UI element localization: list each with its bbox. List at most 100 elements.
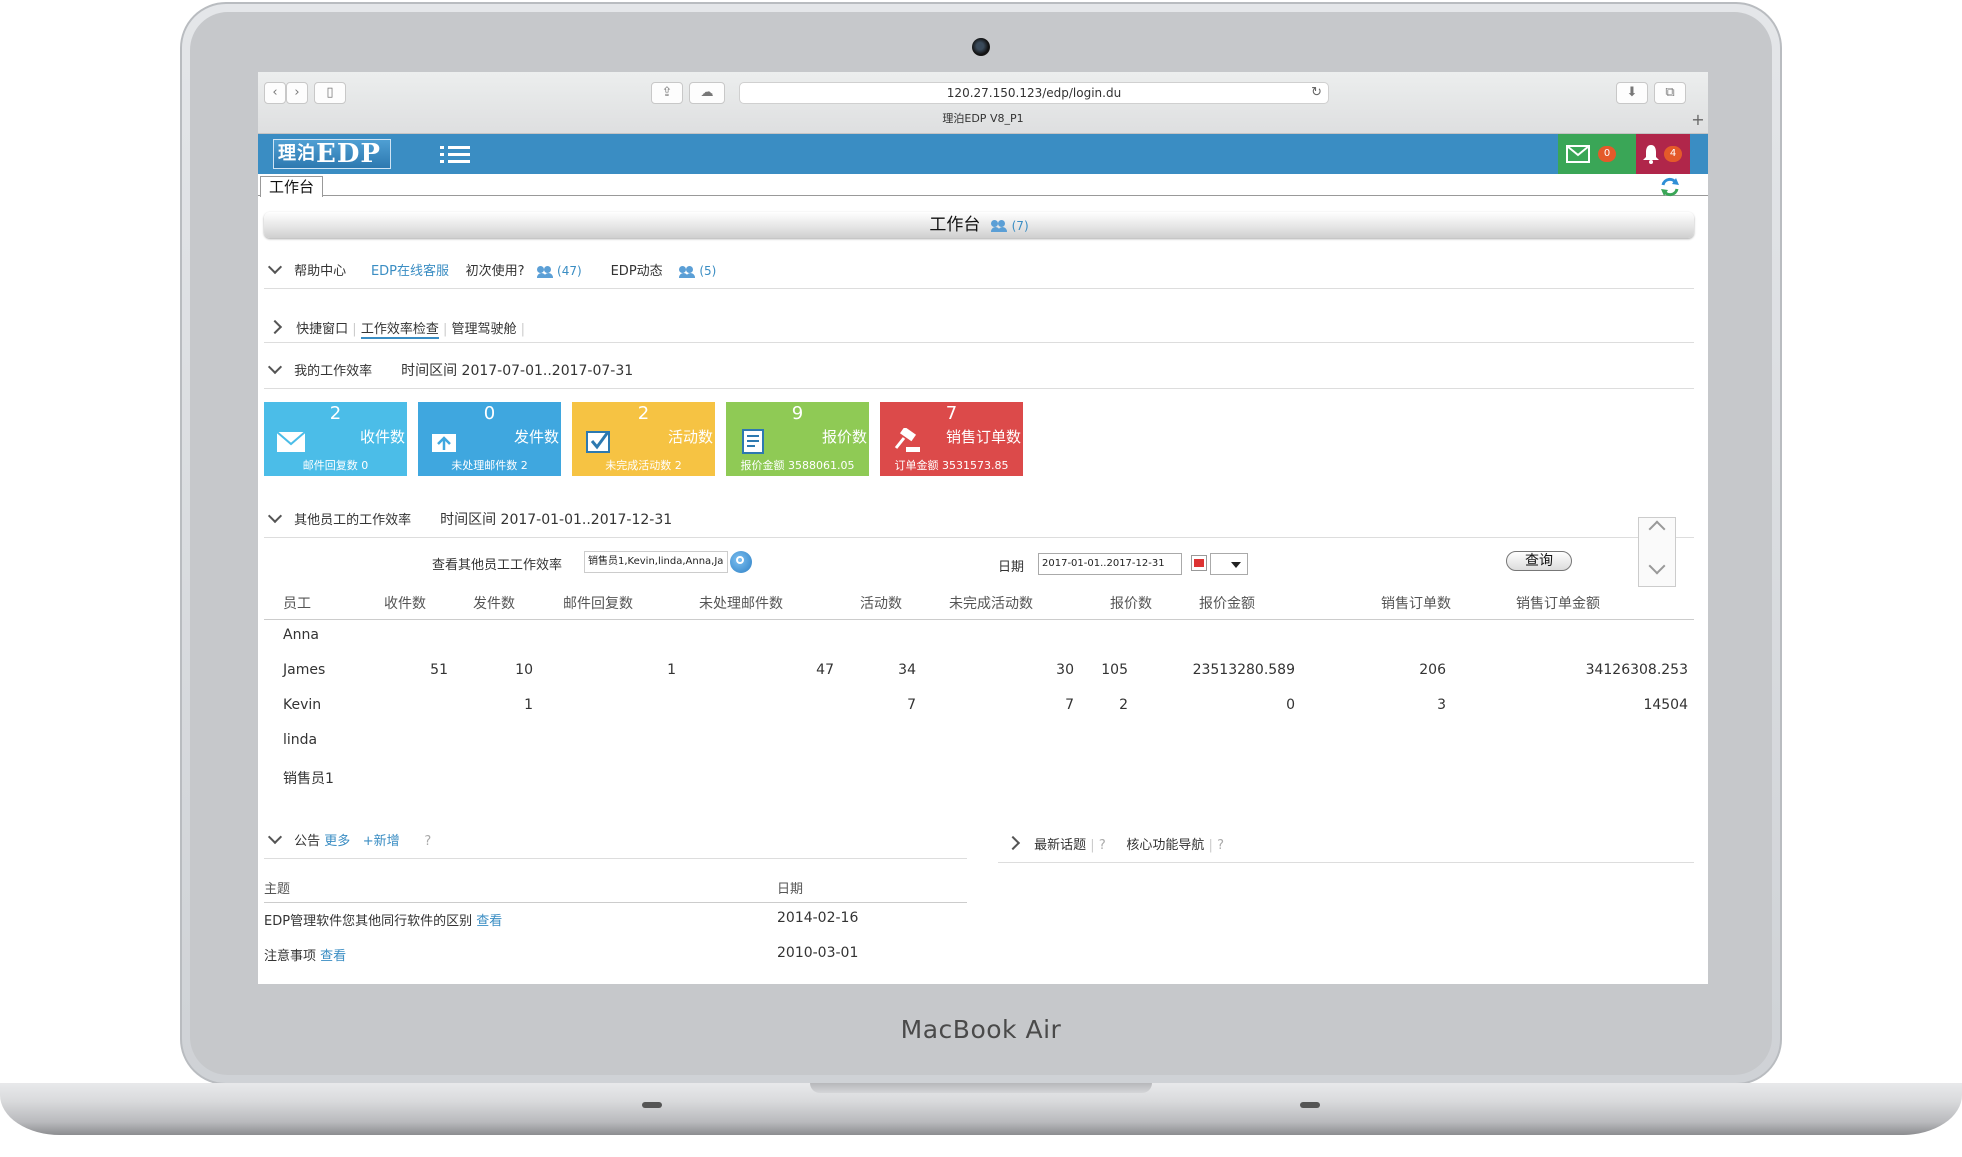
sidebar-toggle-icon[interactable]: ▯: [314, 82, 346, 104]
dropdown-arrow-icon: [1231, 562, 1241, 568]
download-icon[interactable]: ⬇: [1616, 82, 1648, 104]
card-activity[interactable]: 2 活动数 未完成活动数 2: [572, 402, 715, 476]
card-received[interactable]: 2 收件数 邮件回复数 0: [264, 402, 407, 476]
first-use-label: 初次使用?: [465, 264, 525, 279]
quick-tab-shortcuts[interactable]: 快捷窗口: [296, 322, 348, 337]
table-header[interactable]: 邮件回复数: [563, 593, 633, 613]
notice-view-link[interactable]: 查看: [476, 914, 502, 929]
divider: [264, 342, 1694, 343]
card-orders[interactable]: 7 销售订单数 订单金额 3531573.85: [880, 402, 1023, 476]
topics-help-icon[interactable]: ?: [1099, 838, 1106, 853]
people-icon: [536, 265, 553, 278]
quick-tabs-row: 快捷窗口 | 工作效率检查 | 管理驾驶舱 |: [267, 318, 525, 339]
table-cell: 14504: [1643, 697, 1688, 713]
quick-tab-efficiency[interactable]: 工作效率检查: [360, 322, 439, 339]
scroll-up-icon[interactable]: [1648, 520, 1666, 538]
table-header[interactable]: 销售订单金额: [1516, 593, 1600, 613]
card-sent-count: 0: [483, 403, 496, 424]
forward-button[interactable]: ›: [286, 82, 308, 104]
browser-tab-title[interactable]: 理泊EDP V8_P1: [258, 110, 1708, 126]
menu-icon[interactable]: [440, 143, 470, 167]
table-header[interactable]: 活动数: [860, 593, 902, 613]
tabs-overview-icon[interactable]: ⧉: [1654, 82, 1686, 104]
table-cell: 34: [898, 662, 916, 678]
chevron-down-icon[interactable]: [267, 508, 283, 524]
screen: ‹ › ▯ ⇪ ☁ 120.27.150.123/edp/login.du ↻ …: [258, 72, 1708, 984]
chevron-down-icon[interactable]: [267, 359, 283, 375]
mail-button[interactable]: 0: [1558, 134, 1636, 174]
table-header[interactable]: 未处理邮件数: [699, 593, 783, 613]
notices-row: 公告 更多 +新增 ?: [267, 829, 431, 849]
online-service-link[interactable]: EDP在线客服: [371, 264, 449, 279]
chevron-right-icon[interactable]: [1005, 835, 1021, 851]
card-activity-count: 2: [637, 403, 650, 424]
notice-view-link[interactable]: 查看: [320, 949, 346, 964]
notices-more-link[interactable]: 更多: [324, 834, 350, 849]
search-icon[interactable]: [730, 551, 752, 573]
browser-chrome: ‹ › ▯ ⇪ ☁ 120.27.150.123/edp/login.du ↻ …: [258, 72, 1708, 134]
query-button[interactable]: 查询: [1506, 551, 1572, 571]
calendar-icon[interactable]: [1191, 555, 1207, 571]
back-button[interactable]: ‹: [264, 82, 286, 104]
divider: [998, 862, 1694, 863]
table-cell: 10: [515, 662, 533, 678]
edp-news-count[interactable]: (5): [699, 264, 716, 278]
notices-add-link[interactable]: +新增: [363, 834, 400, 849]
chevron-right-icon[interactable]: [267, 319, 283, 335]
table-header[interactable]: 未完成活动数: [949, 593, 1033, 613]
first-use-count[interactable]: (47): [557, 264, 582, 278]
tab-workbench[interactable]: 工作台: [260, 176, 323, 197]
card-quote[interactable]: 9 报价数 报价金额 3588061.05: [726, 402, 869, 476]
share-icon[interactable]: ⇪: [651, 82, 683, 104]
reload-icon[interactable]: ↻: [1311, 83, 1322, 103]
table-header[interactable]: 收件数: [384, 593, 426, 613]
card-sent[interactable]: 0 发件数 未处理邮件数 2: [418, 402, 561, 476]
app-logo[interactable]: 理泊EDP: [273, 139, 391, 169]
table-header[interactable]: 员工: [283, 593, 311, 613]
topics-latest-tab[interactable]: 最新话题: [1034, 838, 1086, 853]
table-cell: 34126308.253: [1585, 662, 1688, 678]
chevron-down-icon[interactable]: [267, 829, 283, 845]
card-quote-sub: 报价金额 3588061.05: [740, 459, 855, 472]
refresh-icon[interactable]: [1659, 176, 1681, 198]
scroll-down-icon[interactable]: [1648, 557, 1666, 575]
people-icon: [990, 219, 1007, 232]
date-preset-select[interactable]: [1210, 553, 1248, 575]
notices-help-icon[interactable]: ?: [424, 834, 431, 849]
notification-button[interactable]: 4: [1636, 134, 1690, 174]
cloud-icon[interactable]: ☁: [689, 82, 725, 104]
employee-name: Anna: [283, 627, 319, 643]
address-bar[interactable]: 120.27.150.123/edp/login.du ↻: [739, 82, 1329, 104]
notice-item: EDP管理软件您其他同行软件的区别 查看: [264, 910, 502, 929]
table-header[interactable]: 报价数: [1110, 593, 1152, 613]
document-icon: [742, 429, 764, 454]
table-header[interactable]: 销售订单数: [1381, 593, 1451, 613]
scroll-control[interactable]: [1638, 517, 1676, 587]
card-received-label: 收件数: [359, 428, 405, 446]
card-orders-label: 销售订单数: [945, 428, 1021, 446]
table-cell: 1: [667, 662, 676, 678]
topics-core-nav-tab[interactable]: 核心功能导航: [1126, 838, 1204, 853]
table-cell: 3: [1437, 697, 1446, 713]
edp-news-label: EDP动态: [610, 264, 663, 279]
my-efficiency-row: 我的工作效率 时间区间 2017-07-01..2017-07-31: [267, 359, 633, 380]
page-title-count[interactable]: (7): [1012, 219, 1029, 233]
chevron-down-icon[interactable]: [267, 259, 283, 275]
page-title: 工作台: [929, 215, 981, 235]
table-cell: 206: [1419, 662, 1446, 678]
divider: [264, 288, 1694, 289]
employee-name: Kevin: [283, 697, 322, 713]
table-header[interactable]: 报价金额: [1199, 593, 1255, 613]
topics-help-icon[interactable]: ?: [1217, 838, 1224, 853]
date-range-input[interactable]: 2017-01-01..2017-12-31: [1038, 553, 1182, 575]
staff-select-input[interactable]: 销售员1,Kevin,linda,Anna,Ja: [584, 551, 728, 573]
table-header[interactable]: 发件数: [473, 593, 515, 613]
camera-icon: [972, 38, 990, 56]
laptop-foot: [1300, 1102, 1320, 1108]
new-tab-button[interactable]: +: [1688, 110, 1708, 132]
tab-strip: 工作台: [258, 174, 1708, 198]
quick-tab-cockpit[interactable]: 管理驾驶舱: [451, 322, 516, 337]
card-received-sub: 邮件回复数 0: [302, 459, 369, 472]
send-mail-icon: [432, 434, 456, 452]
people-icon: [679, 265, 696, 278]
